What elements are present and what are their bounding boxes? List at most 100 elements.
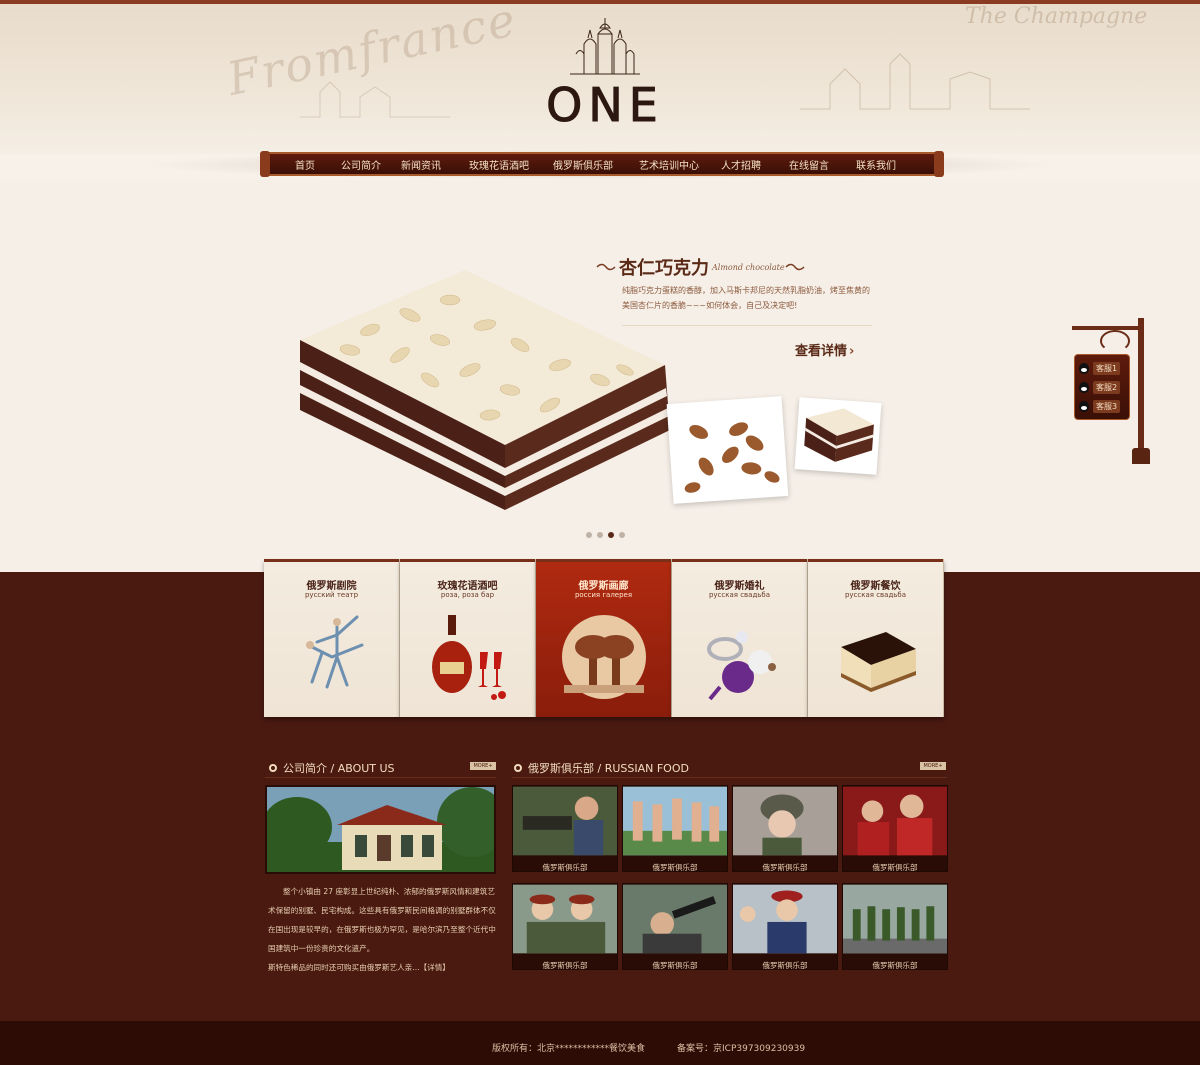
banner-divider	[622, 325, 872, 326]
card-title: 俄罗斯剧院	[306, 581, 357, 592]
club-photo[interactable]: 俄罗斯俱乐部	[512, 785, 618, 872]
nav-item-message[interactable]: 在线留言	[784, 157, 834, 172]
photo-caption: 俄罗斯俱乐部	[652, 863, 698, 872]
main-nav: 首页 公司简介 新闻资讯 玫瑰花语酒吧 俄罗斯俱乐部 艺术培训中心 人才招聘 在…	[260, 151, 944, 177]
card-dining[interactable]: 俄罗斯餐饮 русская свадьба	[808, 559, 944, 717]
card-subtitle: русская свадьба	[844, 591, 907, 599]
photo-caption: 俄罗斯俱乐部	[872, 863, 918, 872]
card-subtitle: роза, роза бар	[440, 591, 495, 599]
card-gallery[interactable]: 俄罗斯画廊 россия галерея	[536, 559, 672, 717]
wedding-ring-image	[707, 631, 776, 701]
club-photo[interactable]: 俄罗斯俱乐部	[512, 883, 618, 970]
sign-scroll	[1100, 330, 1130, 352]
logo-text: ONE	[546, 78, 664, 133]
club-photo[interactable]: 俄罗斯俱乐部	[622, 883, 728, 970]
card-topbar	[536, 559, 671, 562]
about-title-text: 公司简介 / ABOUT US	[283, 762, 395, 775]
cathedral-icon	[570, 18, 640, 75]
service-label-3: 客服3	[1093, 400, 1121, 413]
flourish-right-icon	[785, 263, 805, 271]
card-topbar	[400, 559, 535, 562]
qq-icon	[1079, 382, 1089, 393]
sign-arm	[1072, 326, 1142, 330]
about-building-photo	[265, 785, 496, 874]
about-paragraph-more[interactable]: 斯特色稀品的同时还可购买由俄罗斯艺人亲...【详情】	[268, 958, 496, 977]
club-photo[interactable]: 俄罗斯俱乐部	[732, 883, 838, 970]
card-topbar	[808, 559, 943, 562]
bullet-icon	[514, 764, 522, 772]
header-script-right: The Champagne	[965, 4, 1148, 29]
banner-heading: 杏仁巧克力 Almond chocolate	[596, 254, 805, 280]
russian-food-more-button[interactable]: MORE+	[920, 762, 946, 770]
card-subtitle: россия галерея	[574, 591, 633, 599]
club-photo[interactable]: 俄罗斯俱乐部	[842, 785, 948, 872]
photo-caption: 俄罗斯俱乐部	[762, 961, 808, 970]
logo[interactable]: ONE	[540, 14, 670, 133]
cognac-bottle-image	[432, 615, 506, 700]
banner-title: 杏仁巧克力	[619, 258, 709, 279]
qq-icon	[1079, 401, 1089, 412]
club-photo[interactable]: 俄罗斯俱乐部	[732, 785, 838, 872]
card-topbar	[672, 559, 807, 562]
card-wedding[interactable]: 俄罗斯婚礼 русская свадьба	[672, 559, 808, 717]
nav-left-cap	[260, 151, 270, 177]
ballet-dancers-image	[306, 615, 364, 689]
about-more-button[interactable]: MORE+	[470, 762, 496, 770]
service-item-3[interactable]: 客服3	[1079, 397, 1125, 416]
russian-food-section-title: 俄罗斯俱乐部 / RUSSIAN FOOD	[514, 760, 689, 776]
nav-item-rose-bar[interactable]: 玫瑰花语酒吧	[464, 157, 534, 172]
chevron-right-icon: ›	[849, 344, 855, 359]
nav-item-contact[interactable]: 联系我们	[850, 157, 902, 172]
flourish-left-icon	[596, 263, 616, 271]
card-title: 俄罗斯画廊	[578, 581, 629, 592]
slider-dot-4[interactable]	[619, 532, 625, 538]
bullet-icon	[269, 764, 277, 772]
club-photo-grid: 俄罗斯俱乐部 俄罗斯俱乐部 俄罗斯俱乐部 俄罗斯俱乐部 俄罗斯俱乐部 俄罗斯俱乐…	[512, 785, 948, 970]
nav-item-news[interactable]: 新闻资讯	[396, 157, 446, 172]
photo-caption: 俄罗斯俱乐部	[762, 863, 808, 872]
gallery-painting-image	[562, 615, 646, 699]
service-board: 客服1 客服2 客服3	[1074, 354, 1130, 420]
banner-subtitle: Almond chocolate	[712, 262, 785, 272]
nav-item-jobs[interactable]: 人才招聘	[716, 157, 766, 172]
feature-cards: 俄罗斯剧院 русский театр 玫瑰花语酒吧 роза, роза ба…	[264, 559, 945, 719]
service-label-2: 客服2	[1093, 381, 1121, 394]
card-rose-bar[interactable]: 玫瑰花语酒吧 роза, роза бар	[400, 559, 536, 717]
nav-item-russian-club[interactable]: 俄罗斯俱乐部	[548, 157, 618, 172]
about-divider	[265, 777, 496, 778]
slider-dot-1[interactable]	[586, 532, 592, 538]
cake-thumbnail	[794, 397, 882, 475]
photo-caption: 俄罗斯俱乐部	[542, 863, 588, 872]
nav-item-art-training[interactable]: 艺术培训中心	[634, 157, 704, 172]
customer-service-widget: 客服1 客服2 客服3	[1070, 318, 1160, 466]
almond-thumbnail	[666, 396, 789, 504]
cheesecake-image	[841, 632, 916, 692]
sign-pole	[1138, 318, 1144, 464]
banner-slider: 杏仁巧克力 Almond chocolate 纯脂巧克力蛋糕的香醇，加入马斯卡邦…	[0, 180, 1200, 572]
service-item-2[interactable]: 客服2	[1079, 378, 1125, 397]
sign-base	[1132, 448, 1150, 464]
card-theater[interactable]: 俄罗斯剧院 русский театр	[264, 559, 400, 717]
photo-caption: 俄罗斯俱乐部	[652, 961, 698, 970]
club-photo[interactable]: 俄罗斯俱乐部	[622, 785, 728, 872]
slider-dot-2[interactable]	[597, 532, 603, 538]
photo-caption: 俄罗斯俱乐部	[542, 961, 588, 970]
nav-item-home[interactable]: 首页	[288, 157, 322, 172]
club-photo[interactable]: 俄罗斯俱乐部	[842, 883, 948, 970]
footer-icp: 备案号：京ICP397309230939	[677, 1044, 806, 1054]
card-title: 玫瑰花语酒吧	[437, 581, 498, 592]
qq-icon	[1079, 363, 1089, 374]
view-details-link[interactable]: 查看详情 ›	[795, 340, 854, 359]
about-section-title: 公司简介 / ABOUT US	[269, 760, 395, 776]
card-subtitle: русская свадьба	[708, 591, 771, 599]
russian-food-divider	[512, 777, 947, 778]
footer-copyright: 版权所有：北京************餐饮美食	[492, 1044, 646, 1054]
service-item-1[interactable]: 客服1	[1079, 359, 1125, 378]
nav-item-company[interactable]: 公司简介	[336, 157, 386, 172]
about-description: 整个小镇由 27 座彰显上世纪纯朴、浓郁的俄罗斯风情和建筑艺术保留的别墅、民宅构…	[268, 882, 496, 977]
header: Fromfrance The Champagne ONE	[0, 4, 1200, 154]
slider-dots	[586, 532, 625, 538]
photo-caption: 俄罗斯俱乐部	[872, 961, 918, 970]
header-city-sketch-right	[800, 53, 1030, 110]
slider-dot-3[interactable]	[608, 532, 614, 538]
